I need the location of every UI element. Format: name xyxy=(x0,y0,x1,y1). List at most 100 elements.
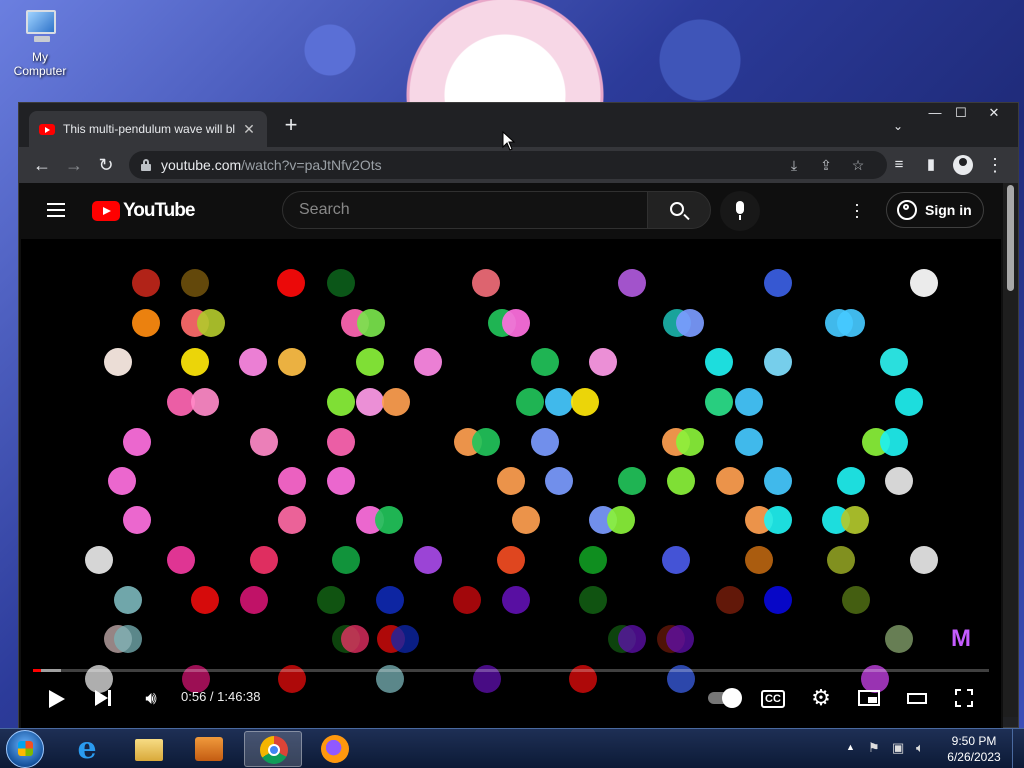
taskbar-internet-explorer[interactable]: e xyxy=(58,731,116,767)
start-button[interactable] xyxy=(6,730,44,768)
volume-icon[interactable]: 🔊︎ xyxy=(137,683,165,713)
pendulum-dot xyxy=(880,348,908,376)
play-button[interactable] xyxy=(45,683,69,713)
url-host: youtube.com xyxy=(161,157,242,173)
pendulum-dot xyxy=(618,625,646,653)
autoplay-toggle[interactable] xyxy=(705,683,742,713)
search-input[interactable]: Search xyxy=(282,191,648,229)
hamburger-menu-icon[interactable] xyxy=(47,203,65,217)
pendulum-dot xyxy=(705,348,733,376)
youtube-logo[interactable]: YouTube xyxy=(92,200,195,222)
pendulum-dot xyxy=(497,467,525,495)
pendulum-dot xyxy=(472,269,500,297)
show-desktop-button[interactable] xyxy=(1012,729,1024,768)
taskbar-file-explorer[interactable] xyxy=(120,731,178,767)
reload-button[interactable]: ↻ xyxy=(92,151,120,179)
pendulum-dot xyxy=(132,269,160,297)
pendulum-dot xyxy=(502,586,530,614)
close-window-button[interactable]: ✕ xyxy=(981,103,1007,123)
my-computer-shortcut[interactable]: My Computer xyxy=(4,8,76,78)
menu-dots-icon[interactable]: ⋮ xyxy=(981,151,1009,179)
action-center-flag-icon[interactable]: ⚑ xyxy=(868,740,880,756)
pendulum-dot xyxy=(108,467,136,495)
pendulum-dot xyxy=(453,586,481,614)
pendulum-dot xyxy=(414,546,442,574)
pendulum-dot xyxy=(589,348,617,376)
lock-icon[interactable] xyxy=(141,159,151,171)
back-button[interactable]: ← xyxy=(28,151,56,179)
show-hidden-icons-icon[interactable]: ▲ xyxy=(846,742,855,752)
taskbar-chrome[interactable] xyxy=(244,731,302,767)
settings-more-icon[interactable]: · · · xyxy=(853,195,861,225)
pendulum-dot xyxy=(327,269,355,297)
next-icon xyxy=(95,690,108,706)
pendulum-dot xyxy=(327,388,355,416)
side-panel-icon[interactable]: ▮ xyxy=(917,151,945,179)
pendulum-dot xyxy=(332,546,360,574)
sign-in-button[interactable]: Sign in xyxy=(886,192,984,228)
voice-search-button[interactable] xyxy=(720,191,760,231)
clock-time: 9:50 PM xyxy=(951,734,997,748)
pendulum-dot xyxy=(705,388,733,416)
new-tab-button[interactable]: + xyxy=(281,114,301,136)
video-player[interactable]: M 🔊︎ 0:56 / 1:46:38 CC ⚙ xyxy=(21,239,1001,729)
system-clock[interactable]: 9:50 PM 6/26/2023 xyxy=(944,733,1004,765)
pendulum-dot xyxy=(240,586,268,614)
youtube-page: YouTube Search · · · Sign in M 🔊︎ 0:56 /… xyxy=(19,183,1003,729)
pendulum-dot xyxy=(85,546,113,574)
pendulum-dot xyxy=(667,467,695,495)
next-button[interactable] xyxy=(91,683,115,713)
network-icon[interactable]: ▣ xyxy=(892,740,904,756)
forward-button[interactable]: → xyxy=(60,151,88,179)
pendulum-dot xyxy=(880,428,908,456)
minimize-button[interactable]: — xyxy=(922,103,948,123)
pendulum-dot xyxy=(842,586,870,614)
pendulum-dot xyxy=(841,506,869,534)
taskbar-firefox[interactable] xyxy=(306,731,364,767)
youtube-favicon-icon xyxy=(39,123,55,135)
bookmark-star-icon[interactable]: ☆ xyxy=(845,151,871,179)
pendulum-dot xyxy=(250,428,278,456)
pendulum-dot xyxy=(910,269,938,297)
sign-in-label: Sign in xyxy=(925,202,972,218)
play-icon xyxy=(49,690,65,708)
settings-gear-icon[interactable]: ⚙ xyxy=(809,683,833,713)
page-scrollbar[interactable] xyxy=(1003,183,1018,717)
pendulum-dot xyxy=(181,348,209,376)
pendulum-dots-frame xyxy=(85,269,938,693)
scrollbar-thumb[interactable] xyxy=(1007,185,1014,291)
firefox-icon xyxy=(321,735,349,763)
folder-icon xyxy=(135,739,163,761)
tab-close-icon[interactable]: ✕ xyxy=(241,121,257,138)
search-button[interactable] xyxy=(647,191,711,229)
pendulum-dot xyxy=(764,269,792,297)
theater-mode-button[interactable] xyxy=(905,683,929,713)
progress-bar[interactable] xyxy=(33,669,989,672)
media-controls-icon[interactable]: ≡ xyxy=(885,151,913,179)
miniplayer-button[interactable] xyxy=(855,683,883,713)
pendulum-dot xyxy=(123,506,151,534)
tab-youtube[interactable]: This multi-pendulum wave will bl ✕ xyxy=(29,111,267,147)
pendulum-dot xyxy=(764,586,792,614)
pendulum-dot xyxy=(317,586,345,614)
pendulum-dot xyxy=(278,506,306,534)
pendulum-dot xyxy=(885,467,913,495)
pendulum-dot xyxy=(764,506,792,534)
pendulum-dot xyxy=(278,348,306,376)
tab-search-button[interactable]: ⌄ xyxy=(893,119,903,133)
taskbar-media-player[interactable] xyxy=(180,731,238,767)
pendulum-dot xyxy=(382,388,410,416)
install-icon[interactable]: ⤓ xyxy=(781,151,807,179)
channel-watermark[interactable]: M xyxy=(951,625,971,653)
address-bar[interactable]: youtube.com/watch?v=paJtNfv2Ots ⤓ ⇪ ☆ xyxy=(129,151,887,179)
pendulum-dot xyxy=(167,388,195,416)
pendulum-dot xyxy=(191,586,219,614)
maximize-button[interactable]: ☐ xyxy=(948,103,974,123)
fullscreen-button[interactable] xyxy=(951,683,977,713)
share-icon[interactable]: ⇪ xyxy=(813,151,839,179)
profile-icon[interactable] xyxy=(949,151,977,179)
media-player-icon xyxy=(195,737,223,761)
pendulum-dot xyxy=(516,388,544,416)
volume-muted-icon[interactable]: 🔈︎ xyxy=(916,740,924,756)
captions-button[interactable]: CC xyxy=(761,683,785,713)
